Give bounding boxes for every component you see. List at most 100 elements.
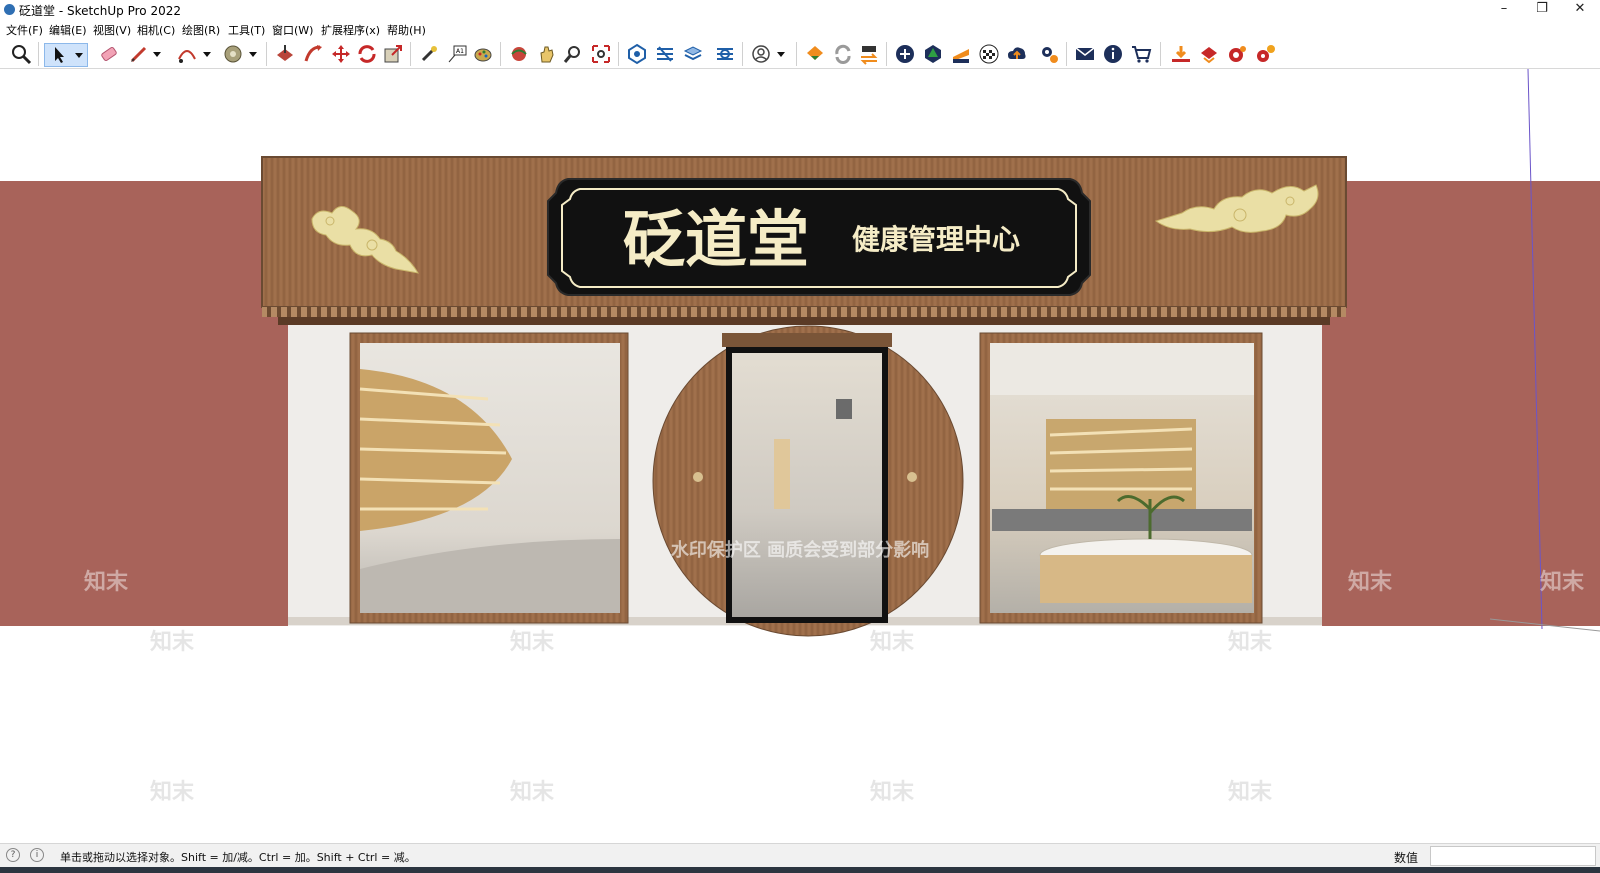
geo-location-icon[interactable]: ? (6, 848, 20, 862)
fascia-shadow (278, 317, 1330, 325)
chevron-down-icon[interactable] (150, 43, 164, 65)
export-icon[interactable] (1198, 43, 1220, 65)
offset-icon[interactable] (222, 43, 244, 65)
zoom-extents-icon[interactable] (10, 43, 32, 65)
chevron-down-icon[interactable] (774, 43, 788, 65)
layers-icon[interactable] (654, 43, 676, 65)
tree-icon[interactable] (922, 43, 944, 65)
styles-icon[interactable] (682, 43, 704, 65)
svg-text:A1: A1 (456, 48, 464, 55)
restore-button[interactable]: ❐ (1524, 0, 1560, 20)
watermark-brand: 知末 (870, 779, 915, 805)
model-viewport[interactable]: 砭道堂 健康管理中心 水印保护区 画质会受到部分影响 知末 知末 知末 知末 知… (0, 69, 1600, 843)
door-lintel (722, 333, 892, 347)
title-bar: 砭道堂 - SketchUp Pro 2022 – ❐ ✕ (0, 0, 1600, 20)
text-label-icon[interactable]: A1 (446, 43, 468, 65)
user-account-icon[interactable] (750, 43, 772, 65)
paint-bucket-icon[interactable] (274, 43, 296, 65)
watermark-brand: 知末 (150, 779, 195, 805)
menu-help[interactable]: 帮助(H) (387, 22, 426, 38)
menu-file[interactable]: 文件(F) (6, 22, 43, 38)
add-circle-icon[interactable] (894, 43, 916, 65)
plugin-gear-icon[interactable] (1254, 43, 1276, 65)
tape-measure-icon[interactable] (418, 43, 440, 65)
minimize-button[interactable]: – (1486, 0, 1522, 20)
components-icon[interactable] (626, 43, 648, 65)
taskbar-edge (0, 867, 1600, 873)
menu-bar: 文件(F) 编辑(E) 视图(V) 相机(C) 绘图(R) 工具(T) 窗口(W… (0, 20, 1600, 38)
mail-icon[interactable] (1074, 43, 1096, 65)
section-plane-icon[interactable] (950, 43, 972, 65)
watermark-brand: 知末 (84, 569, 129, 595)
toolbar-separator (410, 42, 411, 66)
watermark-notice: 水印保护区 画质会受到部分影响 (671, 539, 929, 561)
glass-door[interactable] (732, 353, 882, 617)
menu-camera[interactable]: 相机(C) (137, 22, 175, 38)
watermark-brand: 知末 (510, 629, 555, 655)
rotate-icon[interactable] (356, 43, 378, 65)
watermark-brand: 知末 (870, 629, 915, 655)
checker-icon[interactable] (978, 43, 1000, 65)
pan-hand-icon[interactable] (536, 43, 558, 65)
move-icon[interactable] (330, 43, 352, 65)
cart-icon[interactable] (1130, 43, 1152, 65)
dentil-trim (262, 307, 1346, 317)
brand-name-text: 砭道堂 (623, 203, 809, 276)
settings-gear-icon[interactable] (1038, 43, 1060, 65)
info-icon[interactable]: i (30, 848, 44, 862)
right-ceiling (990, 343, 1254, 395)
menu-window[interactable]: 窗口(W) (272, 22, 313, 38)
close-button[interactable]: ✕ (1562, 0, 1598, 20)
menu-view[interactable]: 视图(V) (93, 22, 131, 38)
menu-edit[interactable]: 编辑(E) (49, 22, 87, 38)
cloud-upload-icon[interactable] (1006, 43, 1028, 65)
info-icon[interactable] (1102, 43, 1124, 65)
watermark-brand: 知末 (1228, 629, 1273, 655)
status-hint: 单击或拖动以选择对象。Shift = 加/减。Ctrl = 加。Shift + … (60, 851, 416, 864)
door-interior-fixture (836, 399, 852, 419)
toolbar-separator (618, 42, 619, 66)
follow-me-icon[interactable] (302, 43, 324, 65)
watermark-brand: 知末 (1540, 569, 1585, 595)
toolbar-separator (1066, 42, 1067, 66)
extension-warehouse-icon[interactable] (804, 43, 826, 65)
toolbar-separator (38, 42, 39, 66)
main-toolbar: A1 (0, 38, 1600, 69)
transfer-icon[interactable] (858, 43, 880, 65)
pencil-icon[interactable] (128, 43, 150, 65)
toolbar-separator (266, 42, 267, 66)
scale-icon[interactable] (382, 43, 404, 65)
select-tool-button[interactable] (44, 43, 88, 67)
toolbar-separator (742, 42, 743, 66)
scenes-icon[interactable] (714, 43, 736, 65)
chevron-down-icon[interactable] (200, 43, 214, 65)
zoom-window-icon[interactable] (590, 43, 612, 65)
refresh-icon[interactable] (832, 43, 854, 65)
watermark-brand: 知末 (510, 779, 555, 805)
right-seating (992, 509, 1252, 531)
menu-tools[interactable]: 工具(T) (228, 22, 265, 38)
watermark-brand: 知末 (150, 629, 195, 655)
orbit-icon[interactable] (508, 43, 530, 65)
moon-gate-ornament (693, 472, 703, 482)
watermark-brand: 知末 (1348, 569, 1393, 595)
import-icon[interactable] (1170, 43, 1192, 65)
right-table-base (1040, 555, 1252, 603)
menu-draw[interactable]: 绘图(R) (182, 22, 220, 38)
moon-gate-ornament (907, 472, 917, 482)
paint-icon[interactable] (472, 43, 494, 65)
measurements-input[interactable] (1430, 846, 1596, 866)
sketchup-app-icon (4, 4, 15, 15)
eraser-icon[interactable] (98, 43, 120, 65)
measurements-label: 数值 (1394, 851, 1419, 865)
storefront-model: 砭道堂 健康管理中心 水印保护区 画质会受到部分影响 知末 知末 知末 知末 知… (0, 69, 1600, 843)
render-icon[interactable] (1226, 43, 1248, 65)
subtitle-text: 健康管理中心 (852, 223, 1020, 256)
status-bar: ? i 单击或拖动以选择对象。Shift = 加/减。Ctrl = 加。Shif… (0, 843, 1600, 868)
toolbar-separator (500, 42, 501, 66)
menu-extensions[interactable]: 扩展程序(x) (321, 22, 380, 38)
chevron-down-icon[interactable] (246, 43, 260, 65)
zoom-icon[interactable] (562, 43, 584, 65)
toolbar-separator (1160, 42, 1161, 66)
arc-icon[interactable] (176, 43, 198, 65)
